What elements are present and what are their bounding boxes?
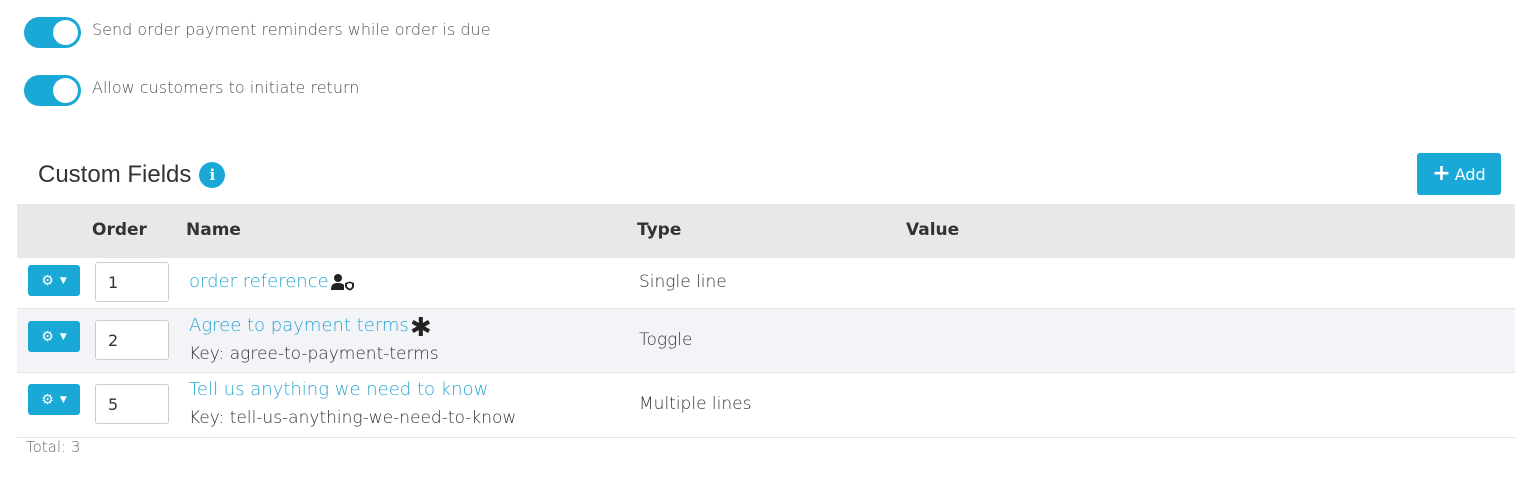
required-asterisk-icon: ✱ xyxy=(409,313,432,343)
user-shield-icon xyxy=(330,274,354,291)
custom-fields-header: Custom Fields i xyxy=(38,161,226,189)
column-header-type[interactable]: Type xyxy=(637,220,681,240)
row-actions-dropdown[interactable]: ⚙ ▼ xyxy=(28,321,80,352)
field-key: Key: agree-to-payment-terms xyxy=(189,344,439,364)
payment-reminders-setting: Send order payment reminders while order… xyxy=(24,17,491,48)
caret-down-icon: ▼ xyxy=(59,275,67,286)
column-header-name[interactable]: Name xyxy=(186,220,241,240)
field-type: Multiple lines xyxy=(639,394,752,414)
field-type: Toggle xyxy=(639,330,693,350)
allow-returns-label: Allow customers to initiate return xyxy=(92,78,360,97)
add-button-label: Add xyxy=(1454,164,1486,184)
table-row: ⚙▼ Tell us anything we need to know Key:… xyxy=(17,373,1515,438)
total-count: Total: 3 xyxy=(26,438,81,456)
section-title: Custom Fields xyxy=(38,161,192,188)
table-header: Order Name Type Value xyxy=(17,204,1515,258)
toggle-knob xyxy=(53,20,78,45)
gear-icon: ⚙ xyxy=(41,272,54,289)
order-input[interactable] xyxy=(95,320,169,360)
allow-returns-setting: Allow customers to initiate return xyxy=(24,75,359,106)
field-type: Single line xyxy=(639,272,727,292)
field-key: Key: tell-us-anything-we-need-to-know xyxy=(189,408,517,428)
caret-down-icon: ▼ xyxy=(59,394,67,405)
add-custom-field-button[interactable]: + Add xyxy=(1417,153,1501,195)
table-row: ⚙▼ order reference Single line xyxy=(17,258,1515,309)
plus-icon: + xyxy=(1432,161,1451,186)
column-header-value[interactable]: Value xyxy=(906,220,959,240)
custom-fields-table: Order Name Type Value ⚙▼ order reference… xyxy=(17,204,1515,438)
field-name-link[interactable]: order reference xyxy=(189,271,354,292)
row-actions-dropdown[interactable]: ⚙ ▼ xyxy=(28,384,80,415)
info-icon[interactable]: i xyxy=(199,162,226,188)
toggle-knob xyxy=(53,78,78,103)
field-name: order reference xyxy=(189,271,329,292)
payment-reminders-toggle[interactable] xyxy=(24,17,81,48)
field-name-link[interactable]: Tell us anything we need to know xyxy=(189,379,488,400)
column-header-order[interactable]: Order xyxy=(92,220,147,240)
table-row: ⚙▼ Agree to payment terms✱ Key: agree-to… xyxy=(17,309,1515,373)
payment-reminders-label: Send order payment reminders while order… xyxy=(92,20,491,39)
caret-down-icon: ▼ xyxy=(59,331,67,342)
row-actions-dropdown[interactable]: ⚙ ▼ xyxy=(28,265,80,296)
gear-icon: ⚙ xyxy=(41,328,54,345)
order-input[interactable] xyxy=(95,262,169,302)
gear-icon: ⚙ xyxy=(41,391,54,408)
allow-returns-toggle[interactable] xyxy=(24,75,81,106)
field-name: Agree to payment terms xyxy=(189,315,409,336)
order-input[interactable] xyxy=(95,384,169,424)
field-name-link[interactable]: Agree to payment terms✱ xyxy=(189,315,432,341)
